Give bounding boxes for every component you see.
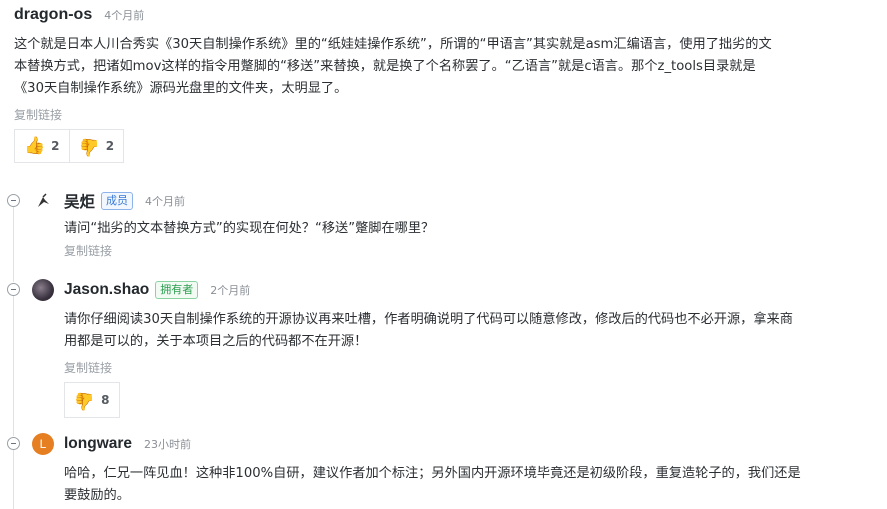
reply-comment: 吴炬 成员 4个月前 请问“拙劣的文本替换方式”的实现在何处？“移送”蹩脚在哪里… xyxy=(32,188,862,259)
avatar-letter: L xyxy=(39,437,47,451)
collapse-icon[interactable] xyxy=(7,437,20,450)
dislike-button[interactable]: 👍 8 xyxy=(64,382,120,418)
avatar[interactable] xyxy=(32,190,54,212)
comment-time: 23小时前 xyxy=(144,438,192,451)
comment-time: 4个月前 xyxy=(145,195,186,208)
thread-line xyxy=(13,206,14,282)
copy-link[interactable]: 复制链接 xyxy=(64,242,862,259)
comment-author[interactable]: dragon-os xyxy=(14,6,92,24)
comment-body-line: 本替换方式，把诸如mov这样的指令用蹩脚的“移送”来替换，就是换了个名称罢了。“… xyxy=(14,59,756,74)
comment-author[interactable]: Jason.shao xyxy=(64,281,149,299)
thread-line xyxy=(13,296,14,436)
comment-time: 4个月前 xyxy=(104,9,145,22)
dislike-button[interactable]: 👍 2 xyxy=(69,129,125,163)
thumbs-down-icon: 👍 xyxy=(74,390,96,411)
comment-body: 这个就是日本人川合秀实《30天自制操作系统》里的“纸娃娃操作系统”，所谓的“甲语… xyxy=(14,34,874,100)
like-count: 2 xyxy=(51,139,60,153)
avatar[interactable] xyxy=(32,279,54,301)
comment-body-line: 要鼓励的。 xyxy=(64,488,130,503)
thumbs-up-icon: 👍 xyxy=(24,135,46,156)
comment-time: 2个月前 xyxy=(210,284,251,297)
reply-header: L longware 23小时前 xyxy=(32,431,862,457)
dislike-count: 2 xyxy=(105,139,115,153)
reaction-bar: 👍 2 👍 2 xyxy=(14,129,874,163)
copy-link[interactable]: 复制链接 xyxy=(64,359,862,376)
comment-body: 哈哈，仁兄一阵见血！这种非100%自研，建议作者加个标注；另外国内开源环境毕竟还… xyxy=(64,463,862,507)
copy-link[interactable]: 复制链接 xyxy=(14,106,874,123)
comment-body-line: 请你仔细阅读30天自制操作系统的开源协议再来吐槽，作者明确说明了代码可以随意修改… xyxy=(64,312,793,327)
reply-header: 吴炬 成员 4个月前 xyxy=(32,188,862,214)
comment-author[interactable]: 吴炬 xyxy=(64,190,95,212)
thumbs-down-icon: 👍 xyxy=(78,136,100,157)
comment-body-line: 这个就是日本人川合秀实《30天自制操作系统》里的“纸娃娃操作系统”，所谓的“甲语… xyxy=(14,37,772,52)
avatar-logo-icon xyxy=(38,193,49,207)
like-button[interactable]: 👍 2 xyxy=(14,129,70,163)
comment-body-line: 请问“拙劣的文本替换方式”的实现在何处？“移送”蹩脚在哪里？ xyxy=(64,221,435,236)
member-badge: 成员 xyxy=(101,192,134,210)
comment-body-line: 用都是可以的，关于本项目之后的代码都不在开源！ xyxy=(64,334,368,349)
owner-badge: 拥有者 xyxy=(155,281,199,299)
reply-comment: Jason.shao 拥有者 2个月前 请你仔细阅读30天自制操作系统的开源协议… xyxy=(32,277,862,418)
reply-header: Jason.shao 拥有者 2个月前 xyxy=(32,277,862,303)
reaction-bar: 👍 8 xyxy=(64,382,862,418)
comment-body-line: 《30天自制操作系统》源码光盘里的文件夹，太明显了。 xyxy=(14,81,348,96)
thread-line xyxy=(13,450,14,509)
comment-body: 请你仔细阅读30天自制操作系统的开源协议再来吐槽，作者明确说明了代码可以随意修改… xyxy=(64,309,862,353)
dislike-count: 8 xyxy=(101,393,110,407)
collapse-icon[interactable] xyxy=(7,283,20,296)
comment-author[interactable]: longware xyxy=(64,435,132,453)
collapse-icon[interactable] xyxy=(7,194,20,207)
comment-body: 请问“拙劣的文本替换方式”的实现在何处？“移送”蹩脚在哪里？ xyxy=(64,218,862,240)
root-comment-header: dragon-os 4个月前 xyxy=(14,6,874,28)
root-comment: dragon-os 4个月前 这个就是日本人川合秀实《30天自制操作系统》里的“… xyxy=(14,6,874,163)
reply-comment: L longware 23小时前 哈哈，仁兄一阵见血！这种非100%自研，建议作… xyxy=(32,431,862,507)
comment-body-line: 哈哈，仁兄一阵见血！这种非100%自研，建议作者加个标注；另外国内开源环境毕竟还… xyxy=(64,466,801,481)
avatar[interactable]: L xyxy=(32,433,54,455)
